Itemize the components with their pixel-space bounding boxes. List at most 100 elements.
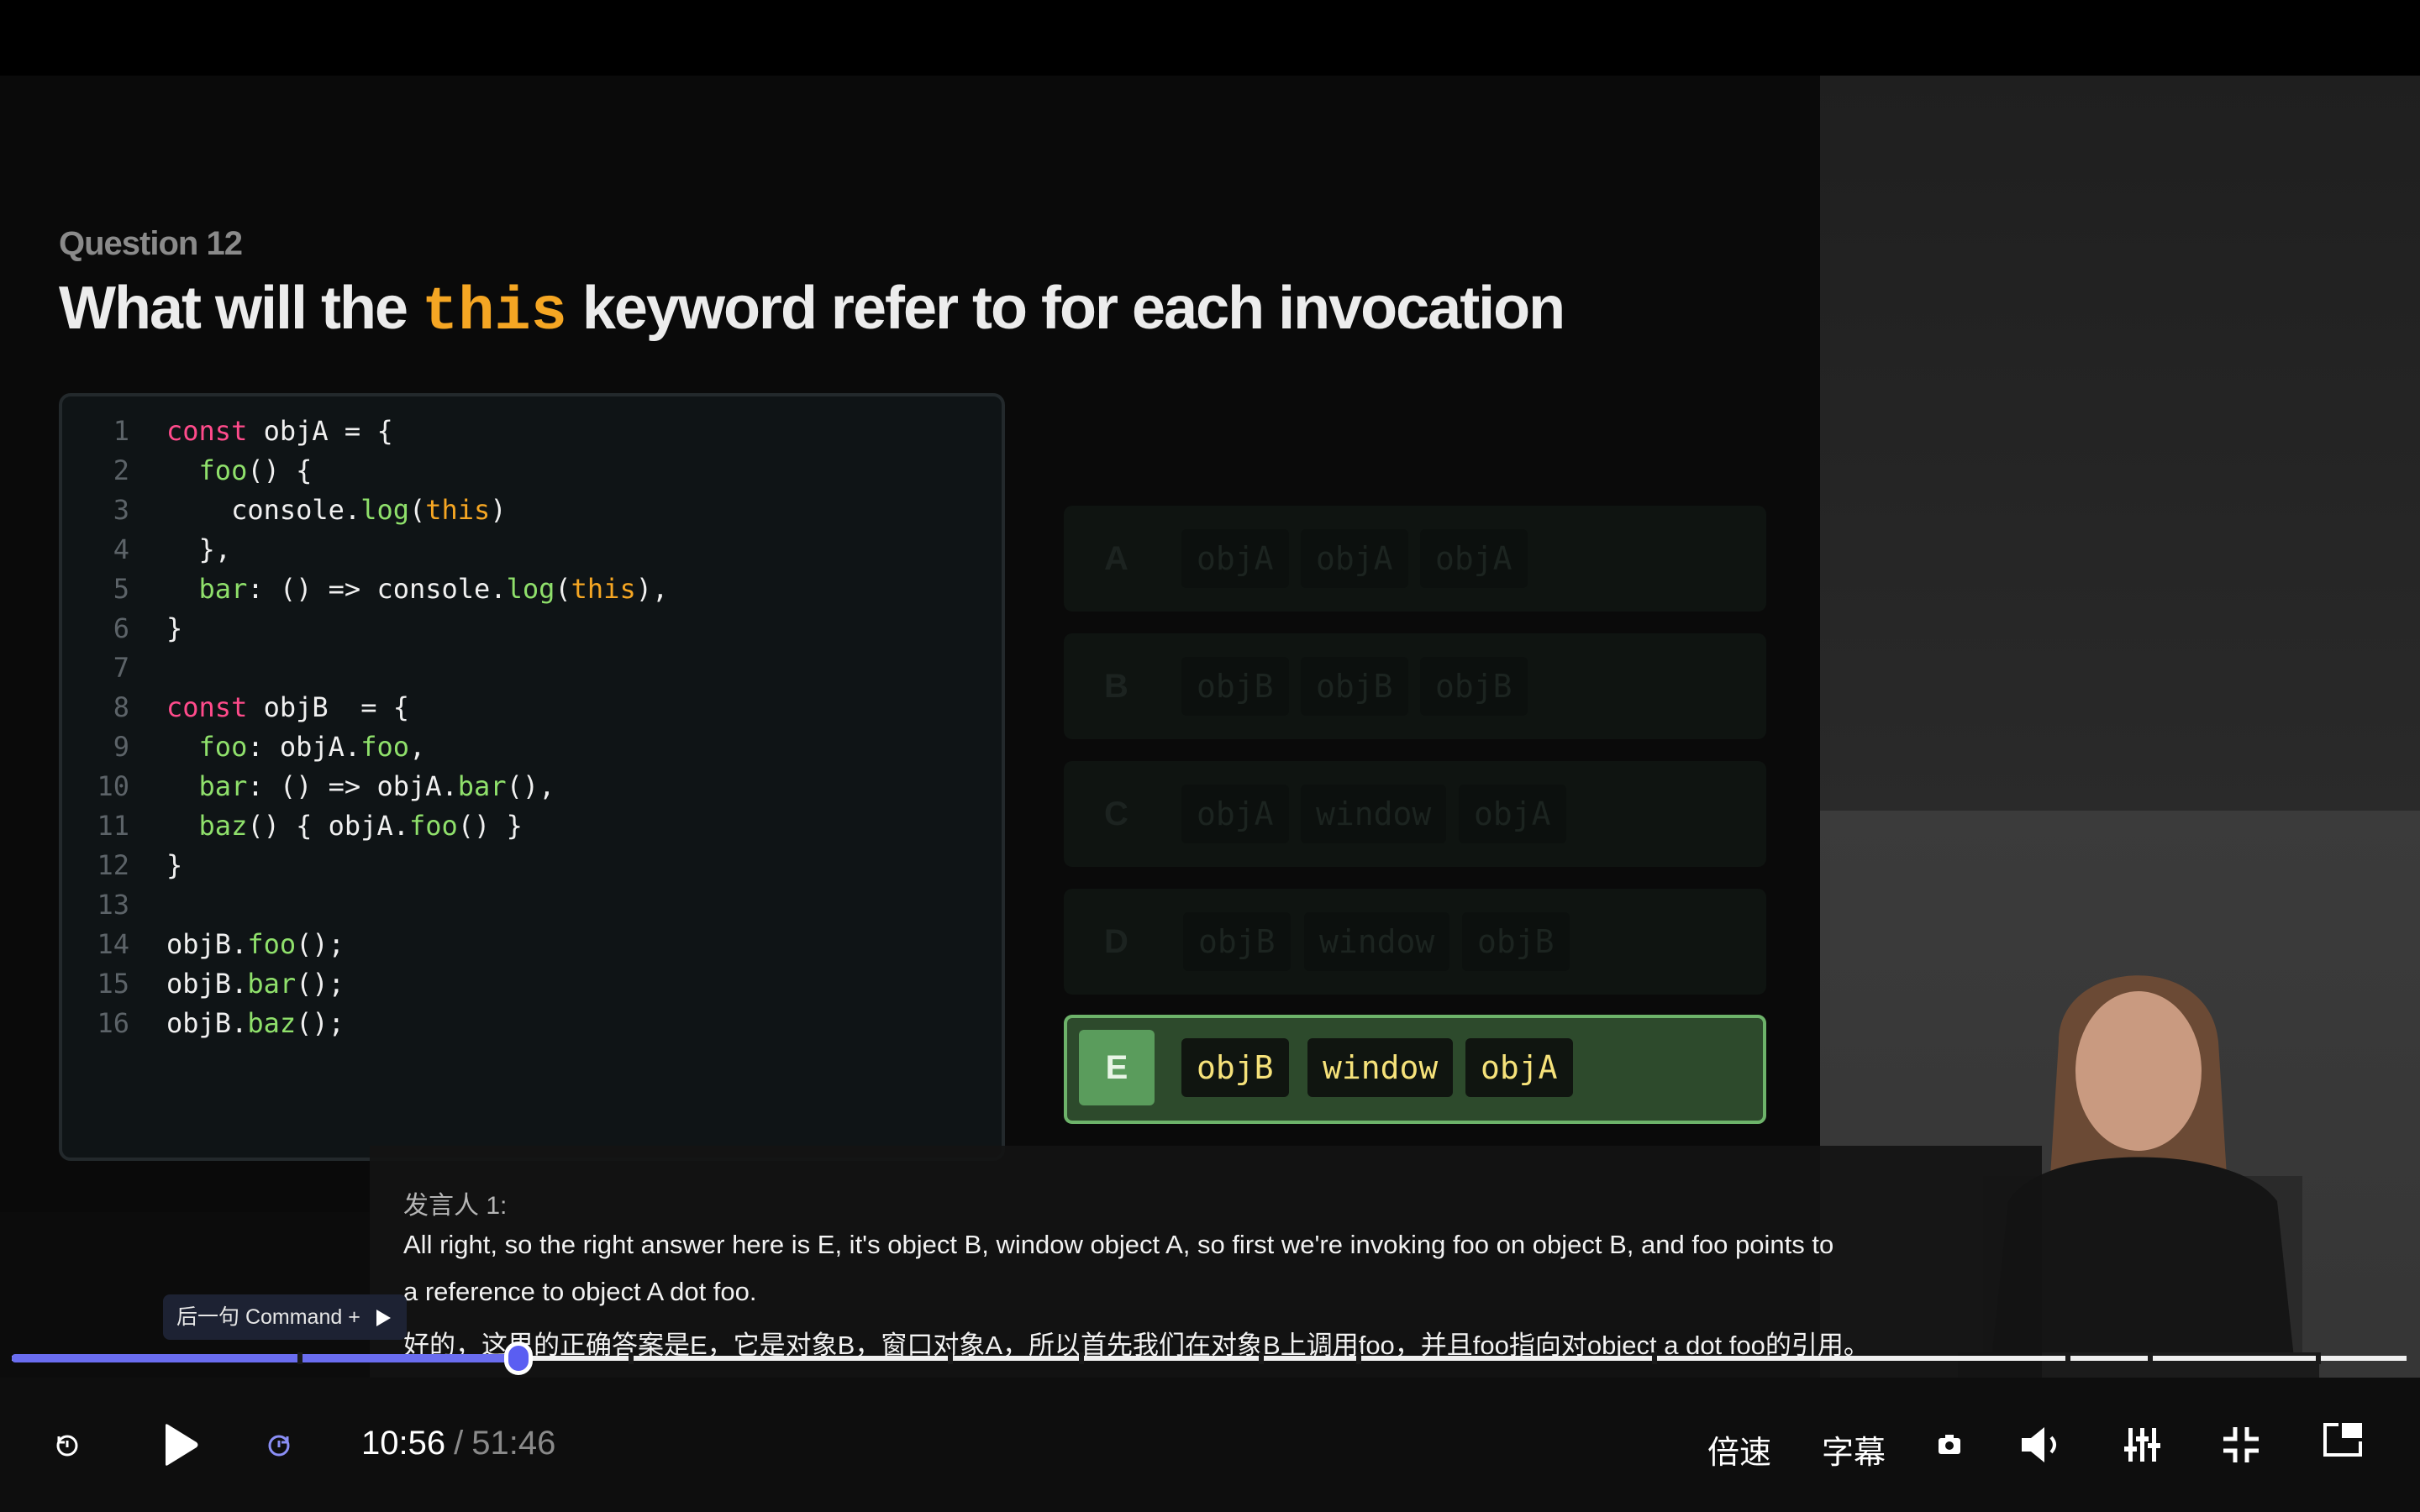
play-button[interactable] — [160, 1420, 202, 1470]
code-token: (); — [296, 968, 345, 1000]
tooltip-text: 后一句 Command + — [176, 1305, 360, 1329]
code-line: 5 bar: () => console.log(this), — [62, 570, 669, 609]
line-number: 8 — [113, 691, 129, 723]
forward-button[interactable] — [262, 1428, 296, 1462]
current-time: 10:56 — [361, 1425, 446, 1462]
rewind-button[interactable] — [50, 1428, 84, 1462]
line-number: 1 — [113, 415, 129, 447]
equalizer-icon — [2124, 1428, 2160, 1462]
code-line: 12} — [62, 846, 182, 885]
video-frame[interactable]: Question 12 What will the this keyword r… — [0, 76, 2420, 1436]
chapter-marker — [629, 1352, 634, 1364]
code-line: 11 baz() { objA.foo() } — [62, 806, 523, 846]
play-icon — [166, 1424, 198, 1466]
option-e-correct: E objB window objA — [1064, 1015, 1766, 1124]
subtitle-button[interactable]: 字幕 — [1822, 1426, 1886, 1473]
next-sentence-tooltip: 后一句 Command + — [163, 1294, 407, 1340]
code-line: 10 bar: () => objA.bar(), — [62, 767, 555, 806]
code-line: 1 const objA = { — [62, 412, 393, 451]
volume-icon — [2022, 1427, 2056, 1462]
screenshot-icon — [1939, 1435, 1960, 1454]
code-token: () } — [457, 810, 523, 842]
duration: 51:46 — [471, 1425, 556, 1462]
code-token: () { objA. — [247, 810, 409, 842]
option-b: B objB objB objB — [1064, 633, 1766, 739]
slide: Question 12 What will the this keyword r… — [0, 76, 1820, 1212]
code-token: this — [571, 573, 636, 605]
code-line: 16 objB.baz(); — [62, 1004, 344, 1043]
code-line: 15 objB.bar(); — [62, 964, 345, 1004]
answer-chip: objB — [1462, 912, 1570, 971]
code-line: 4 }, — [62, 530, 231, 570]
code-token: bar — [457, 770, 507, 802]
code-token: : () => console. — [247, 573, 507, 605]
code-token: log — [506, 573, 555, 605]
subtitle-line-english: All right, so the right answer here is E… — [403, 1230, 1834, 1259]
answer-chip: window — [1304, 912, 1450, 971]
code-token: objB. — [166, 928, 248, 960]
subtitle-speaker: 发言人 1: — [403, 1192, 508, 1220]
answer-chip: objB — [1183, 912, 1291, 971]
line-number: 12 — [97, 849, 129, 881]
answer-chip: objB — [1181, 1038, 1289, 1097]
speed-button[interactable]: 倍速 — [1707, 1426, 1771, 1473]
code-token: bar — [198, 770, 248, 802]
time-separator: / — [454, 1425, 464, 1462]
code-line: 9 foo: objA.foo, — [62, 727, 426, 767]
picture-in-picture-button[interactable] — [2319, 1418, 2366, 1462]
answer-chip: window — [1307, 1038, 1454, 1097]
rewind-icon — [56, 1435, 78, 1457]
code-line: 13 — [62, 885, 129, 925]
code-token: foo — [360, 731, 409, 763]
code-token: foo — [198, 454, 248, 486]
code-token: baz — [198, 810, 248, 842]
title-text-after: keyword refer to for each invocation — [566, 275, 1565, 342]
code-token: ( — [555, 573, 571, 605]
code-token: console. — [231, 494, 361, 526]
code-token: baz — [247, 1007, 297, 1039]
subtitle-panel: 发言人 1: All right, so the right answer he… — [370, 1146, 2042, 1403]
title-text-before: What will the — [59, 275, 422, 342]
line-number: 10 — [97, 770, 129, 802]
code-token: this — [425, 494, 491, 526]
line-number: 2 — [113, 454, 129, 486]
line-number: 16 — [97, 1007, 129, 1039]
code-line: 14 objB.foo(); — [62, 925, 345, 964]
answer-chip: objA — [1420, 529, 1528, 588]
exit-fullscreen-button[interactable] — [2218, 1423, 2264, 1467]
progress-thumb[interactable] — [503, 1341, 533, 1375]
line-number: 13 — [97, 889, 129, 921]
line-number: 14 — [97, 928, 129, 960]
option-c: C objA window objA — [1064, 761, 1766, 867]
code-token: ), — [635, 573, 669, 605]
code-token: } — [166, 849, 183, 881]
answer-chip: objA — [1301, 529, 1408, 588]
screenshot-button[interactable] — [1933, 1428, 1966, 1462]
line-number: 3 — [113, 494, 129, 526]
code-token: log — [360, 494, 409, 526]
code-token: const — [166, 691, 248, 723]
code-line: 6} — [62, 609, 183, 648]
line-number: 9 — [113, 731, 129, 763]
code-block: 1 const objA = { 2 foo() { 3 console.log(… — [59, 393, 1005, 1161]
chapter-marker — [948, 1352, 953, 1364]
forward-icon — [268, 1435, 290, 1457]
time-display: 10:56/51:46 — [361, 1425, 555, 1462]
option-letter: B — [1104, 668, 1128, 705]
picture-in-picture-icon — [2323, 1423, 2362, 1457]
code-token: } — [166, 612, 183, 644]
line-number: 4 — [113, 533, 129, 565]
chapter-marker — [1652, 1352, 1657, 1364]
code-token: bar — [247, 968, 297, 1000]
option-a: A objA objA objA — [1064, 506, 1766, 612]
code-token: objB. — [166, 1007, 248, 1039]
volume-button[interactable] — [2017, 1423, 2064, 1467]
code-token: foo — [408, 810, 458, 842]
code-token: : () => objA. — [247, 770, 458, 802]
equalizer-button[interactable] — [2121, 1423, 2163, 1467]
code-line: 8 const objB = { — [62, 688, 409, 727]
line-number: 5 — [113, 573, 129, 605]
code-token: () { — [247, 454, 313, 486]
code-token: (); — [296, 928, 345, 960]
question-label: Question 12 — [59, 225, 243, 262]
